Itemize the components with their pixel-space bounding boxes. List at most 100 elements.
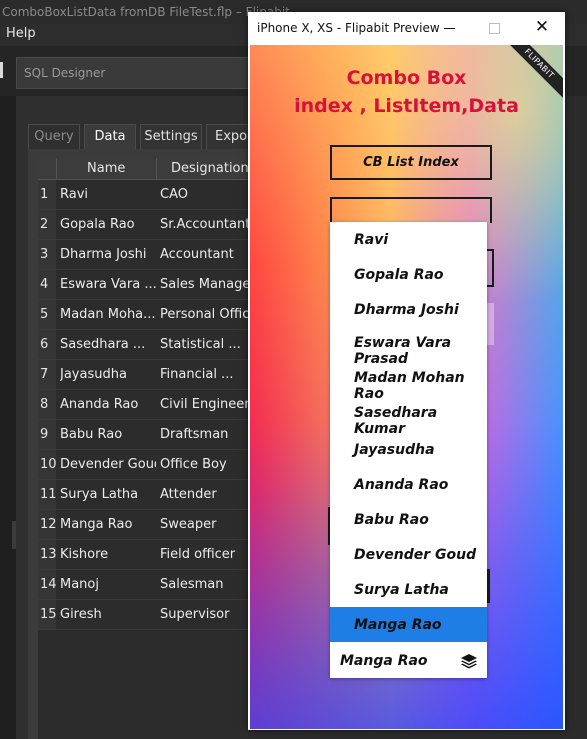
cell-designation[interactable]: Statistical ...: [160, 330, 256, 359]
cell-designation[interactable]: Field officer: [160, 540, 256, 569]
cell-name[interactable]: Gopala Rao: [60, 210, 156, 239]
combo-box[interactable]: Manga Rao: [330, 643, 487, 678]
dropdown-item[interactable]: Madan Mohan Rao: [330, 362, 487, 402]
sql-designer-placeholder: SQL Designer: [24, 66, 106, 80]
tab-settings[interactable]: Settings: [140, 124, 202, 150]
row-number: 15: [38, 600, 57, 629]
hidden-field-frame: [486, 303, 494, 345]
table-row[interactable]: 4 Eswara Vara ... Sales Manager: [38, 270, 256, 300]
cell-name[interactable]: Jayasudha: [60, 360, 156, 389]
table-row[interactable]: 6 Sasedhara ... Statistical ...: [38, 330, 256, 360]
cell-name[interactable]: Sasedhara ...: [60, 330, 156, 359]
cell-designation[interactable]: Accountant: [160, 240, 256, 269]
dropdown-item[interactable]: Eswara Vara Prasad: [330, 327, 487, 367]
dropdown-item[interactable]: Gopala Rao: [330, 257, 487, 292]
cell-designation[interactable]: Personal Office: [160, 300, 256, 329]
layers-icon[interactable]: [460, 653, 478, 669]
cell-name[interactable]: Dharma Joshi: [60, 240, 156, 269]
cell-designation[interactable]: CAO: [160, 180, 256, 209]
row-number: 9: [38, 420, 56, 449]
preview-window-title: iPhone X, XS - Flipabit Preview: [257, 21, 440, 35]
table-row[interactable]: 7 Jayasudha Financial ...: [38, 360, 256, 390]
cell-designation[interactable]: Salesman: [160, 570, 256, 599]
cell-name[interactable]: Manoj: [60, 570, 156, 599]
preview-title-bar: iPhone X, XS - Flipabit Preview ✕: [248, 12, 565, 45]
hidden-field-frame: [330, 197, 492, 223]
minimize-icon[interactable]: [444, 28, 455, 29]
row-number: 6: [38, 330, 56, 359]
editor-window-title: ComboBoxListData fromDB FileTest.flp – F…: [2, 5, 290, 19]
cell-designation[interactable]: Financial ...: [160, 360, 256, 389]
cell-designation[interactable]: Supervisor: [160, 600, 256, 629]
heading-line-2: index , ListItem,Data: [294, 95, 519, 117]
row-number: 5: [38, 300, 56, 329]
cell-name[interactable]: Kishore: [60, 540, 156, 569]
cell-designation[interactable]: Sweaper: [160, 510, 256, 539]
table-row[interactable]: 13 Kishore Field officer: [38, 540, 256, 570]
row-number: 7: [38, 360, 56, 389]
sql-designer-field[interactable]: SQL Designer: [16, 57, 256, 89]
dropdown-item[interactable]: Devender Goud: [330, 537, 487, 572]
table-row[interactable]: 3 Dharma Joshi Accountant: [38, 240, 256, 270]
column-header-name-label: Name: [87, 161, 126, 176]
table-row[interactable]: 10 Devender Goud Office Boy: [38, 450, 256, 480]
cell-name[interactable]: Surya Latha: [60, 480, 156, 509]
dropdown-item[interactable]: Jayasudha: [330, 432, 487, 467]
sidebar-toggle-icon[interactable]: [0, 62, 3, 78]
cell-designation[interactable]: Draftsman: [160, 420, 256, 449]
dropdown-item[interactable]: Surya Latha: [330, 572, 487, 607]
column-header-designation-label: Designation: [171, 161, 249, 176]
dropdown-item[interactable]: Babu Rao: [330, 502, 487, 537]
cell-designation[interactable]: Sales Manager: [160, 270, 256, 299]
row-number: 8: [38, 390, 56, 419]
cell-name[interactable]: Eswara Vara ...: [60, 270, 156, 299]
cb-list-index-button[interactable]: CB List Index: [330, 145, 492, 180]
column-header-name[interactable]: Name: [56, 158, 156, 180]
hidden-field-frame: [486, 249, 494, 287]
cell-designation[interactable]: Attender: [160, 480, 256, 509]
cell-designation[interactable]: Sr.Accountant: [160, 210, 256, 239]
close-icon[interactable]: ✕: [533, 18, 551, 36]
grid-corner: [38, 158, 56, 180]
cell-designation[interactable]: Civil Engineer: [160, 390, 256, 419]
tab-query[interactable]: Query: [28, 124, 80, 150]
cell-name[interactable]: Devender Goud: [60, 450, 156, 479]
table-row[interactable]: 1 Ravi CAO: [38, 180, 256, 210]
table-row[interactable]: 11 Surya Latha Attender: [38, 480, 256, 510]
tab-data[interactable]: Data: [84, 124, 136, 150]
cell-name[interactable]: Manga Rao: [60, 510, 156, 539]
row-number: 1: [38, 180, 56, 209]
table-row[interactable]: 5 Madan Moha... Personal Office: [38, 300, 256, 330]
cell-name[interactable]: Ananda Rao: [60, 390, 156, 419]
row-number: 11: [38, 480, 57, 509]
table-row[interactable]: 15 Giresh Supervisor: [38, 600, 256, 630]
column-header-designation[interactable]: Designation: [156, 158, 256, 180]
table-row[interactable]: 2 Gopala Rao Sr.Accountant: [38, 210, 256, 240]
row-number: 3: [38, 240, 56, 269]
row-number: 12: [38, 510, 57, 539]
maximize-icon[interactable]: [489, 23, 500, 34]
cell-designation[interactable]: Office Boy: [160, 450, 256, 479]
cell-name[interactable]: Madan Moha...: [60, 300, 156, 329]
table-row[interactable]: 12 Manga Rao Sweaper: [38, 510, 256, 540]
table-row[interactable]: 14 Manoj Salesman: [38, 570, 256, 600]
dropdown-item[interactable]: Ravi: [330, 222, 487, 257]
cell-name[interactable]: Ravi: [60, 180, 156, 209]
dropdown-item[interactable]: Ananda Rao: [330, 467, 487, 502]
dropdown-item[interactable]: Sasedhara Kumar: [330, 397, 487, 437]
dropdown-item[interactable]: Manga Rao: [330, 607, 487, 642]
table-row[interactable]: 9 Babu Rao Draftsman: [38, 420, 256, 450]
cell-name[interactable]: Giresh: [60, 600, 156, 629]
cell-name[interactable]: Babu Rao: [60, 420, 156, 449]
data-grid: Name Designation 1 Ravi CAO 2 Gopala Rao Sr.A…: [38, 158, 256, 739]
row-number: 14: [38, 570, 57, 599]
table-row[interactable]: 8 Ananda Rao Civil Engineer: [38, 390, 256, 420]
combo-dropdown-list[interactable]: Manga Rao Surya Latha Devender Goud Babu Ra…: [330, 222, 487, 678]
app-canvas: FLIPABIT Combo Box index , ListItem,Data…: [250, 45, 563, 729]
row-number: 4: [38, 270, 56, 299]
dropdown-item[interactable]: Dharma Joshi: [330, 292, 487, 327]
menu-help[interactable]: Help: [6, 26, 36, 41]
tab-export[interactable]: Expor: [206, 124, 250, 150]
heading-line-1: Combo Box: [346, 67, 467, 89]
left-panel: [0, 96, 16, 739]
